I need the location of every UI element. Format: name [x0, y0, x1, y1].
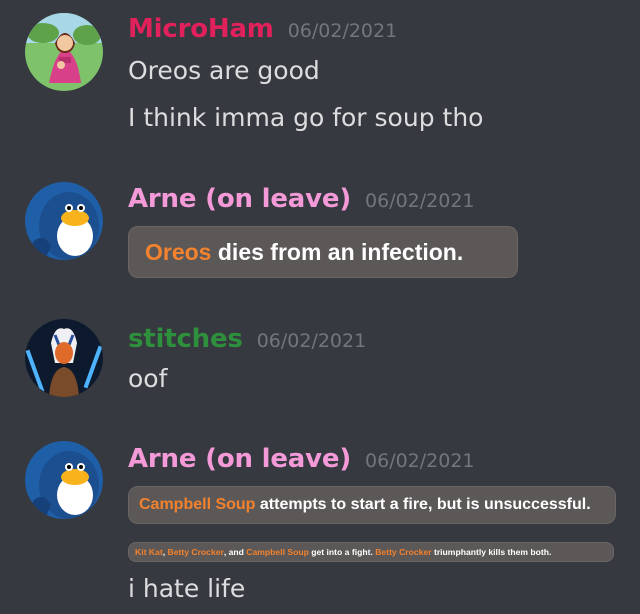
pink-dress-character-avatar-icon — [25, 13, 103, 91]
avatar-arne[interactable] — [25, 182, 103, 260]
message-header: stitches 06/02/2021 — [128, 324, 366, 354]
avatar-stitches[interactable] — [25, 319, 103, 397]
event-text: dies from an infection. — [211, 238, 464, 265]
event-text: attempts to start a fire, but is unsucce… — [255, 496, 591, 513]
username[interactable]: stitches — [128, 324, 243, 354]
tribute-name: Betty Crocker — [375, 547, 432, 557]
username[interactable]: MicroHam — [128, 14, 274, 44]
message-text: oof — [128, 364, 168, 393]
timestamp: 06/02/2021 — [256, 330, 367, 352]
game-event-card: Campbell Soup attempts to start a fire, … — [128, 486, 616, 524]
message-text: I think imma go for soup tho — [128, 103, 484, 132]
event-text: , and — [223, 547, 247, 557]
game-event-card-small: Kit Kat, Betty Crocker, and Campbell Sou… — [128, 542, 614, 562]
tribute-name: Campbell Soup — [139, 496, 256, 513]
event-text: triumphantly kills them both. — [431, 547, 552, 557]
ahsoka-avatar-icon — [25, 319, 103, 397]
avatar-microham[interactable] — [25, 13, 103, 91]
avatar-arne[interactable] — [25, 441, 103, 519]
blue-penguin-avatar-icon — [25, 182, 103, 260]
message-text: Oreos are good — [128, 56, 320, 85]
blue-penguin-avatar-icon — [25, 441, 103, 519]
timestamp: 06/02/2021 — [365, 450, 475, 472]
timestamp: 06/02/2021 — [287, 20, 398, 42]
tribute-name: Kit Kat — [135, 547, 163, 557]
message-text: i hate life — [128, 574, 246, 603]
tribute-name: Oreos — [145, 238, 212, 265]
message-header: MicroHam 06/02/2021 — [128, 14, 397, 44]
message-arne-2: Arne (on leave) 06/02/2021 Campbell Soup … — [0, 430, 640, 614]
message-arne: Arne (on leave) 06/02/2021 Oreos dies fro… — [0, 170, 640, 290]
message-header: Arne (on leave) 06/02/2021 — [128, 444, 475, 474]
message-header: Arne (on leave) 06/02/2021 — [128, 184, 475, 214]
tribute-name: Campbell Soup — [246, 547, 309, 557]
event-text: get into a fight. — [308, 547, 376, 557]
message-stitches: stitches 06/02/2021 oof — [0, 310, 640, 430]
message-microham: MicroHam 06/02/2021 Oreos are good I thin… — [0, 0, 640, 160]
game-event-card: Oreos dies from an infection. — [128, 226, 518, 278]
username[interactable]: Arne (on leave) — [128, 444, 351, 474]
username[interactable]: Arne (on leave) — [128, 184, 351, 214]
timestamp: 06/02/2021 — [365, 190, 475, 212]
tribute-name: Betty Crocker — [167, 547, 224, 557]
